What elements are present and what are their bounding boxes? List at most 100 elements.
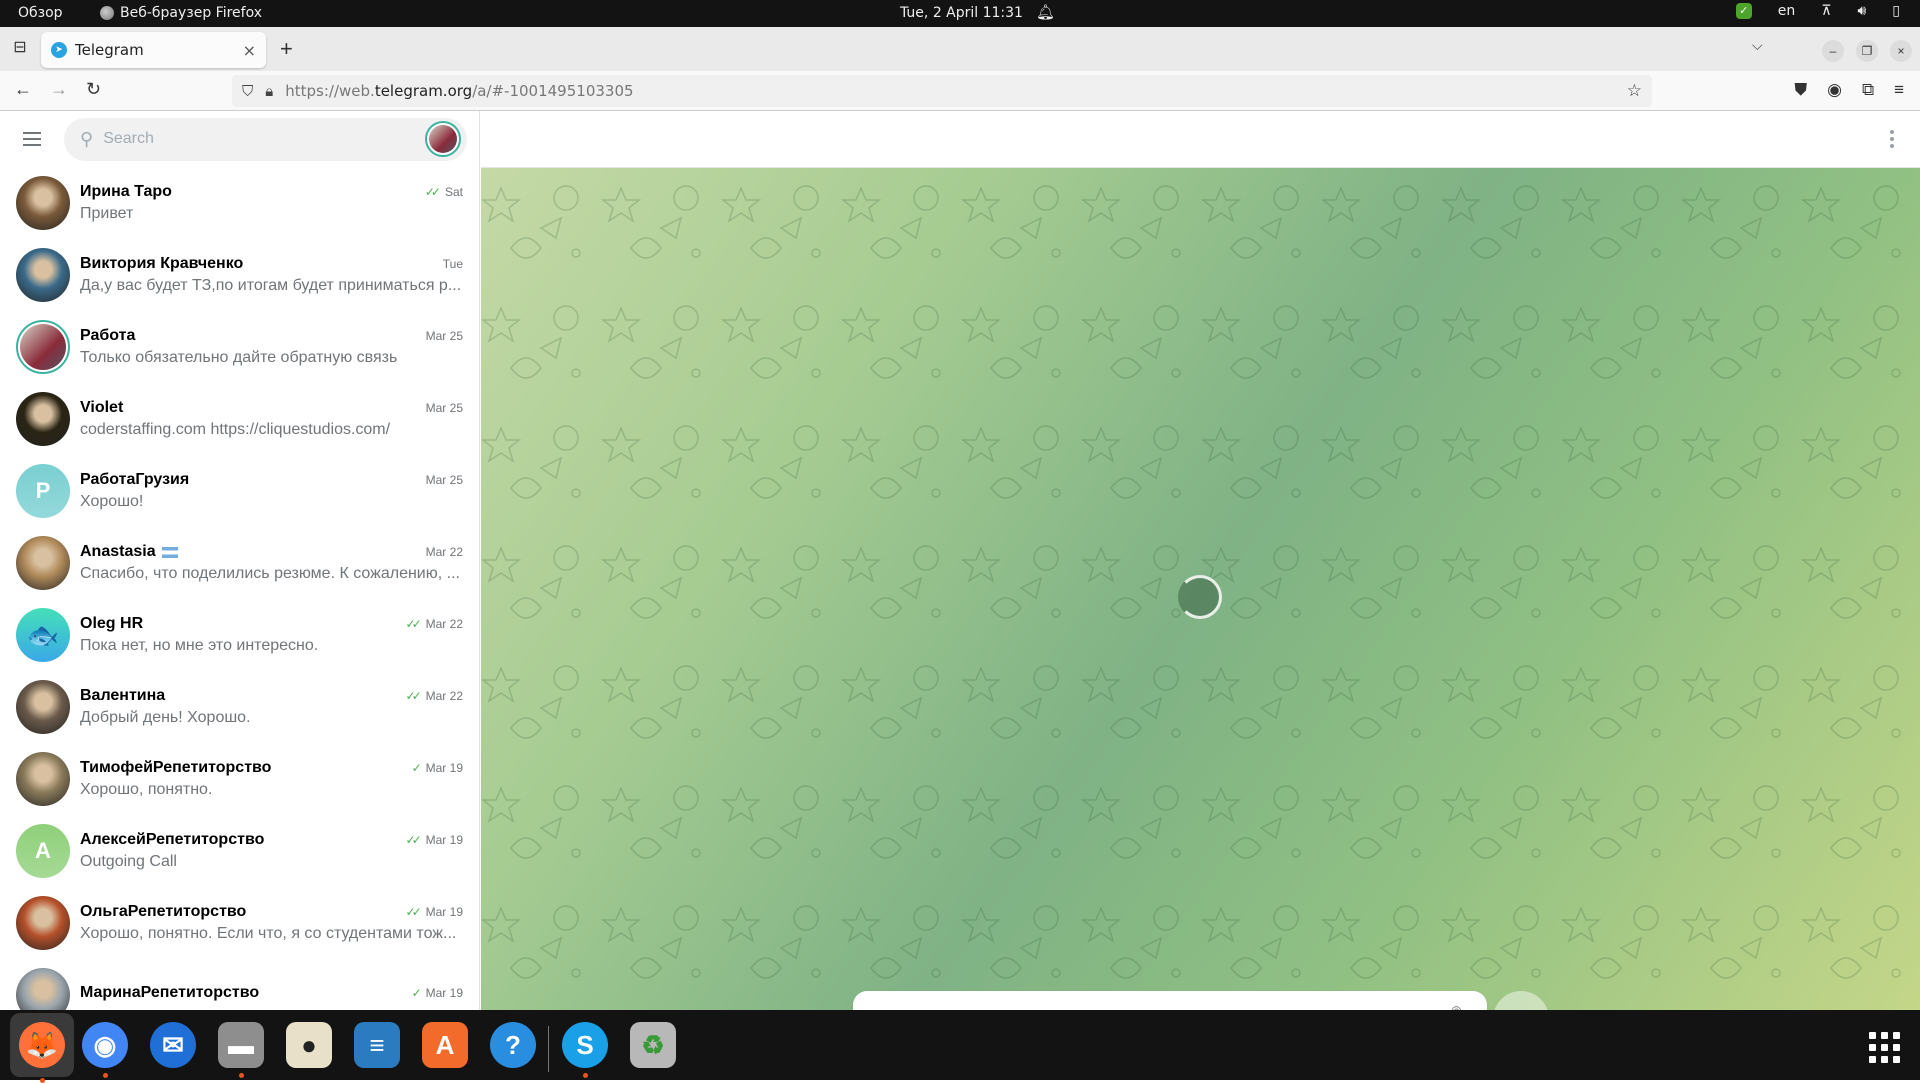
active-app-indicator[interactable]: Веб-браузер Firefox xyxy=(100,5,262,21)
chat-name: Oleg HR xyxy=(80,615,144,632)
more-options-icon[interactable] xyxy=(1890,130,1894,148)
extensions-icon[interactable]: ⧉ xyxy=(1862,80,1874,100)
search-input[interactable] xyxy=(103,130,425,148)
chat-list-item[interactable]: Р РаботаГрузия Mar 25 Хорошо! xyxy=(8,455,471,527)
dock-app-files[interactable]: ▬ xyxy=(214,1018,268,1078)
chat-last-message: Только обязательно дайте обратную связь xyxy=(80,349,398,366)
shield-check-icon[interactable]: ✓ xyxy=(1735,3,1752,19)
chat-list-item[interactable]: Ирина Таро ✓✓ Sat Привет xyxy=(8,167,471,239)
dock-separator xyxy=(548,1026,549,1072)
chat-sidebar: ⚲ Ирина Таро✓✓SatПривет Виктория Кравченк… xyxy=(0,111,480,1010)
dock-app-rhythmbox[interactable]: ● xyxy=(282,1018,336,1072)
rhythmbox-icon: ● xyxy=(286,1022,332,1068)
dock-app-app-center[interactable]: A xyxy=(418,1018,472,1072)
chat-meta: Tue xyxy=(443,257,463,271)
dock-app-libreoffice-writer[interactable]: ≡ xyxy=(350,1018,404,1072)
browser-tab-bar: ⊟ ➤ Telegram × + ⌵ – ❐ × xyxy=(0,27,1920,71)
chat-list-item[interactable]: Валентина ✓✓ Mar 22 Добрый день! Хорошо. xyxy=(8,671,471,743)
chat-list-item[interactable]: Работа Mar 25 Только обязательно дайте обр… xyxy=(8,311,471,383)
overview-button[interactable]: Обзор xyxy=(18,5,63,21)
chat-name: РаботаГрузия xyxy=(80,471,190,488)
chat-name: Валентина xyxy=(80,687,166,704)
clock[interactable]: Tue, 2 April 11:31 xyxy=(900,5,1023,21)
chat-list-item[interactable]: Anastasia Mar 22 Спасибо, что поделились р… xyxy=(8,527,471,599)
forward-arrow-icon[interactable]: → xyxy=(50,79,68,100)
avatar xyxy=(16,392,70,446)
check-icon: ✓ xyxy=(411,761,422,775)
dock-app-trash[interactable]: ♻ xyxy=(626,1018,680,1072)
chat-name: АлексейРепетиторство xyxy=(80,831,265,848)
chat-name: Работа xyxy=(80,327,136,344)
chat-last-message: Спасибо, что поделились резюме. К сожале… xyxy=(80,565,460,582)
main-menu-button[interactable] xyxy=(12,119,52,159)
lock-icon[interactable]: 🔒︎ xyxy=(265,82,273,100)
chat-list-item[interactable]: А АлексейРепетиторство ✓✓ Mar 19 Outgoing Ca… xyxy=(8,815,471,887)
account-icon[interactable]: ◉ xyxy=(1827,80,1842,100)
attach-paperclip-icon[interactable]: 📎︎ xyxy=(1438,1001,1474,1010)
chat-info: Валентина ✓✓ Mar 22 Добрый день! Хорошо. xyxy=(80,687,463,727)
close-tab-icon[interactable]: × xyxy=(243,41,256,60)
sidebar-header: ⚲ xyxy=(0,111,479,167)
tab-telegram[interactable]: ➤ Telegram × xyxy=(41,32,266,68)
chat-name: Anastasia xyxy=(80,543,156,560)
pocket-icon[interactable]: ⛊ xyxy=(1794,80,1807,100)
chat-list-item[interactable]: Violet Mar 25 coderstaffing.com https://cl… xyxy=(8,383,471,455)
chat-date: Mar 19 xyxy=(425,986,463,1000)
trash-icon: ♻ xyxy=(630,1022,676,1068)
chat-meta: Mar 25 xyxy=(426,401,463,415)
notification-bell-icon[interactable]: 🔔︎ xyxy=(1036,3,1055,21)
dock-app-chrome[interactable]: ◉ xyxy=(78,1018,132,1078)
chat-last-message: Хорошо, понятно. Если что, я со студента… xyxy=(80,925,457,942)
restore-button[interactable]: ❐ xyxy=(1856,40,1878,62)
shield-icon[interactable]: ⛉ xyxy=(242,82,253,100)
dock-app-help[interactable]: ? xyxy=(486,1018,540,1072)
chat-name: МаринаРепетиторство xyxy=(80,984,260,1001)
bookmark-star-icon[interactable]: ☆ xyxy=(1627,81,1642,101)
volume-icon[interactable]: 🔊︎ xyxy=(1857,3,1866,19)
chat-info: Ирина Таро ✓✓ Sat Привет xyxy=(80,183,463,223)
avatar xyxy=(16,680,70,734)
address-bar[interactable]: ⛉ 🔒︎ https://web. telegram.org/a/#-100149… xyxy=(232,75,1652,107)
chat-last-message: Хорошо, понятно. xyxy=(80,781,213,798)
chat-list-item[interactable]: Виктория Кравченко Tue Да,у вас будет ТЗ,п… xyxy=(8,239,471,311)
chevron-down-icon[interactable]: ⌵ xyxy=(1752,37,1763,54)
tab-list-icon[interactable]: ⊟ xyxy=(8,37,32,61)
minimize-button[interactable]: – xyxy=(1822,40,1844,62)
dock-app-thunderbird[interactable]: ✉ xyxy=(146,1018,200,1072)
network-icon[interactable]: ⊼ xyxy=(1821,3,1831,19)
chat-area: 🔒︎ 📎︎ 🎤︎ xyxy=(481,111,1920,1010)
chat-info: АлексейРепетиторство ✓✓ Mar 19 Outgoing Cal… xyxy=(80,831,463,871)
help-icon: ? xyxy=(490,1022,536,1068)
chat-last-message: Outgoing Call xyxy=(80,853,177,870)
dock-app-firefox[interactable]: 🦊 xyxy=(10,1013,74,1083)
new-tab-button[interactable]: + xyxy=(280,36,293,62)
back-arrow-icon[interactable]: ← xyxy=(14,79,32,100)
search-box[interactable]: ⚲ xyxy=(64,117,467,161)
chat-list: Ирина Таро ✓✓ Sat Привет Виктория Кравченко T… xyxy=(0,167,479,1010)
chat-list-item[interactable]: ОльгаРепетиторство ✓✓ Mar 19 Хорошо, понятн… xyxy=(8,887,471,959)
keyboard-layout[interactable]: en xyxy=(1778,3,1796,19)
dock-app-skype[interactable]: S xyxy=(558,1018,612,1078)
chat-date: Mar 25 xyxy=(425,473,463,487)
battery-icon[interactable]: ▯ xyxy=(1892,3,1900,19)
chat-list-item[interactable]: 🐟 Oleg HR ✓✓ Mar 22 Пока нет, но мне это инт… xyxy=(8,599,471,671)
system-tray[interactable]: ✓ en ⊼ 🔊︎ ▯ xyxy=(1735,3,1900,19)
running-indicator xyxy=(239,1073,244,1078)
chat-list-item[interactable]: МаринаРепетиторство ✓ Mar 19 xyxy=(8,959,471,1010)
avatar xyxy=(16,752,70,806)
running-indicator xyxy=(40,1078,45,1083)
chat-date: Mar 25 xyxy=(425,329,463,343)
avatar: А xyxy=(16,824,70,878)
message-composer[interactable]: 🔒︎ 📎︎ xyxy=(853,991,1487,1010)
chat-info: Виктория Кравченко Tue Да,у вас будет ТЗ,п… xyxy=(80,255,463,295)
show-apps-grid-icon[interactable] xyxy=(1869,1032,1900,1063)
avatar xyxy=(16,176,70,230)
reload-icon[interactable]: ↻ xyxy=(86,79,101,100)
close-window-button[interactable]: × xyxy=(1890,40,1912,62)
hamburger-menu-icon[interactable]: ≡ xyxy=(1894,80,1904,100)
chat-date: Mar 22 xyxy=(425,545,463,559)
check-icon: ✓ xyxy=(411,986,422,1000)
chat-list-item[interactable]: ТимофейРепетиторство ✓ Mar 19 Хорошо, понят… xyxy=(8,743,471,815)
chat-info: Anastasia Mar 22 Спасибо, что поделились р… xyxy=(80,543,463,583)
my-story-avatar[interactable] xyxy=(425,121,461,157)
